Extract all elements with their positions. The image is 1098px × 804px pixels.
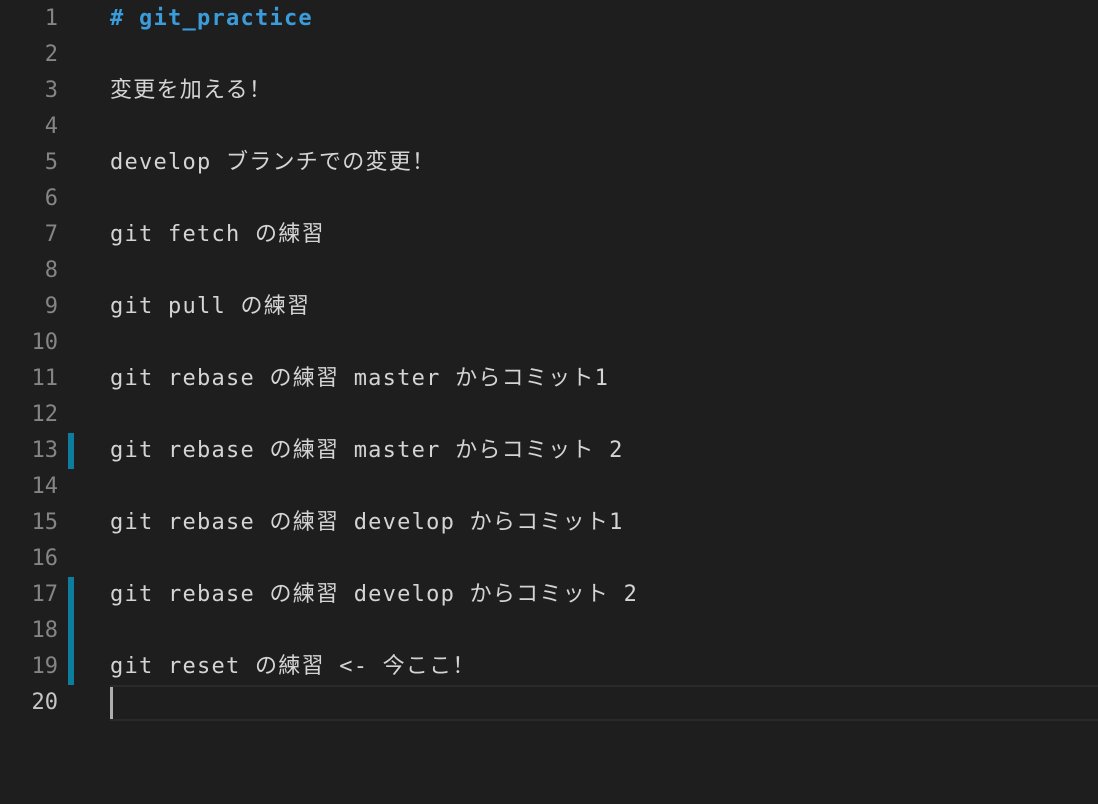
editor-line[interactable]: 5 develop ブランチでの変更！ [0, 145, 1098, 181]
line-text: git rebase の練習 master からコミット 2 [110, 438, 624, 463]
line-number: 20 [31, 690, 59, 715]
text-cursor [110, 687, 113, 719]
line-number: 2 [44, 42, 58, 67]
line-number: 6 [44, 186, 58, 211]
editor-line[interactable]: 16 [0, 541, 1098, 577]
editor-line[interactable]: 17 git rebase の練習 develop からコミット 2 [0, 577, 1098, 613]
markdown-heading-text: # git_practice [110, 6, 313, 31]
line-number: 19 [31, 654, 59, 679]
line-number: 16 [31, 546, 59, 571]
line-number: 14 [31, 474, 59, 499]
editor-line[interactable]: 14 [0, 469, 1098, 505]
line-text: git fetch の練習 [110, 222, 325, 247]
editor-line[interactable]: 9 git pull の練習 [0, 289, 1098, 325]
editor-line[interactable]: 12 [0, 397, 1098, 433]
line-number: 8 [44, 258, 58, 283]
line-number: 12 [31, 402, 59, 427]
line-number: 9 [44, 294, 58, 319]
line-text: git rebase の練習 master からコミット1 [110, 366, 610, 391]
editor-line[interactable]: 3 変更を加える！ [0, 73, 1098, 109]
git-modified-gutter-marker[interactable] [68, 433, 74, 469]
line-text: git rebase の練習 develop からコミット1 [110, 510, 624, 535]
editor-line[interactable]: 18 [0, 613, 1098, 649]
editor-line[interactable]: 19 git reset の練習 <- 今ここ！ [0, 649, 1098, 685]
line-number: 11 [31, 366, 59, 391]
editor-line[interactable]: 2 [0, 37, 1098, 73]
git-modified-gutter-marker[interactable] [68, 577, 74, 613]
line-text: git pull の練習 [110, 294, 311, 319]
line-number: 10 [31, 330, 59, 355]
line-number: 18 [31, 618, 59, 643]
line-text: 変更を加える！ [110, 78, 273, 103]
editor-line[interactable]: 8 [0, 253, 1098, 289]
editor-line[interactable]: 1 # git_practice [0, 1, 1098, 37]
line-number: 13 [31, 438, 59, 463]
editor-line[interactable]: 20 [0, 685, 1098, 721]
line-number: 5 [44, 150, 58, 175]
editor-line[interactable]: 13 git rebase の練習 master からコミット 2 [0, 433, 1098, 469]
line-number: 4 [44, 114, 58, 139]
git-modified-gutter-marker[interactable] [68, 649, 74, 685]
editor-line[interactable]: 15 git rebase の練習 develop からコミット1 [0, 505, 1098, 541]
line-number: 1 [44, 6, 58, 31]
line-text: develop ブランチでの変更！ [110, 150, 436, 175]
line-number: 17 [31, 582, 59, 607]
line-number: 15 [31, 510, 59, 535]
editor-line[interactable]: 11 git rebase の練習 master からコミット1 [0, 361, 1098, 397]
editor-line[interactable]: 4 [0, 109, 1098, 145]
line-text: git reset の練習 <- 今ここ！ [110, 654, 476, 679]
line-number: 7 [44, 222, 58, 247]
line-number: 3 [44, 78, 58, 103]
git-modified-gutter-marker[interactable] [68, 613, 74, 649]
current-line-highlight [110, 685, 1098, 721]
editor-line[interactable]: 10 [0, 325, 1098, 361]
editor-line[interactable]: 7 git fetch の練習 [0, 217, 1098, 253]
editor-line[interactable]: 6 [0, 181, 1098, 217]
line-text: git rebase の練習 develop からコミット 2 [110, 582, 639, 607]
